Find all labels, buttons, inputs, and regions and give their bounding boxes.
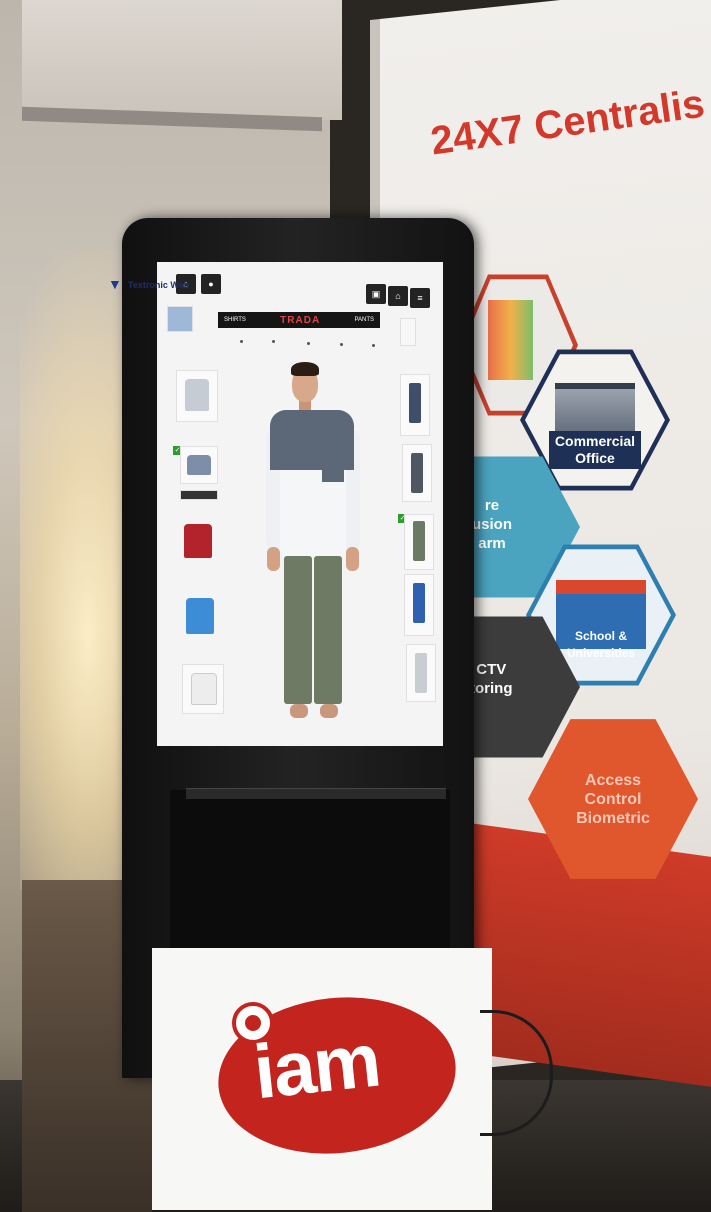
hex-commercial-label: Commercial Office (548, 431, 642, 469)
hex-fire-label: re usion arm (472, 497, 512, 552)
hex-school-label: School & Universities (566, 629, 636, 660)
shirt-option-2[interactable] (180, 446, 218, 484)
shirt-option-3[interactable] (180, 520, 216, 564)
kiosk-taskbar (186, 788, 446, 799)
model-left-leg (284, 556, 312, 704)
window-shade (22, 0, 342, 120)
shirt-option-4[interactable] (180, 594, 220, 640)
pants-option-5[interactable] (406, 644, 436, 702)
model-shirt-pocket (322, 440, 344, 482)
model-right-foot (320, 704, 338, 718)
pants-option-1[interactable] (400, 374, 430, 436)
shirt-option-5[interactable] (182, 664, 224, 714)
settings-icon[interactable]: ≡ (410, 288, 430, 308)
textronic-logo-text: Textronic Web (128, 280, 190, 290)
menu-shirts-tab[interactable]: SHIRTS (224, 317, 246, 323)
user-icon[interactable]: ● (201, 274, 221, 294)
menu-brand-logo: TRADA (280, 314, 321, 326)
textronic-logo-icon: ▼ (108, 276, 122, 292)
home-button-icon[interactable]: ⌂ (388, 286, 408, 306)
hex-access-label: Access Control Biometric (576, 771, 650, 827)
model-right-leg (314, 556, 342, 704)
color-swatch-row[interactable] (180, 490, 218, 500)
selected-pants-thumbnail[interactable] (400, 318, 416, 346)
hex-cctv-label: CTV toring (470, 661, 513, 697)
pants-option-4[interactable] (404, 574, 434, 636)
cart-icon[interactable]: ▣ (366, 284, 386, 304)
pants-option-3[interactable] (404, 514, 434, 570)
pants-option-2[interactable] (402, 444, 432, 502)
iam-logo-text: iam (249, 1017, 384, 1116)
menu-pants-tab[interactable]: PANTS (354, 317, 374, 323)
selected-shirt-thumbnail[interactable] (167, 306, 193, 332)
shirt-option-1[interactable] (176, 370, 218, 422)
model-hair (291, 362, 319, 376)
category-menu-bar: SHIRTS TRADA PANTS (218, 312, 380, 328)
model-right-hand (346, 547, 359, 571)
model-left-hand (267, 547, 280, 571)
model-left-foot (290, 704, 308, 718)
